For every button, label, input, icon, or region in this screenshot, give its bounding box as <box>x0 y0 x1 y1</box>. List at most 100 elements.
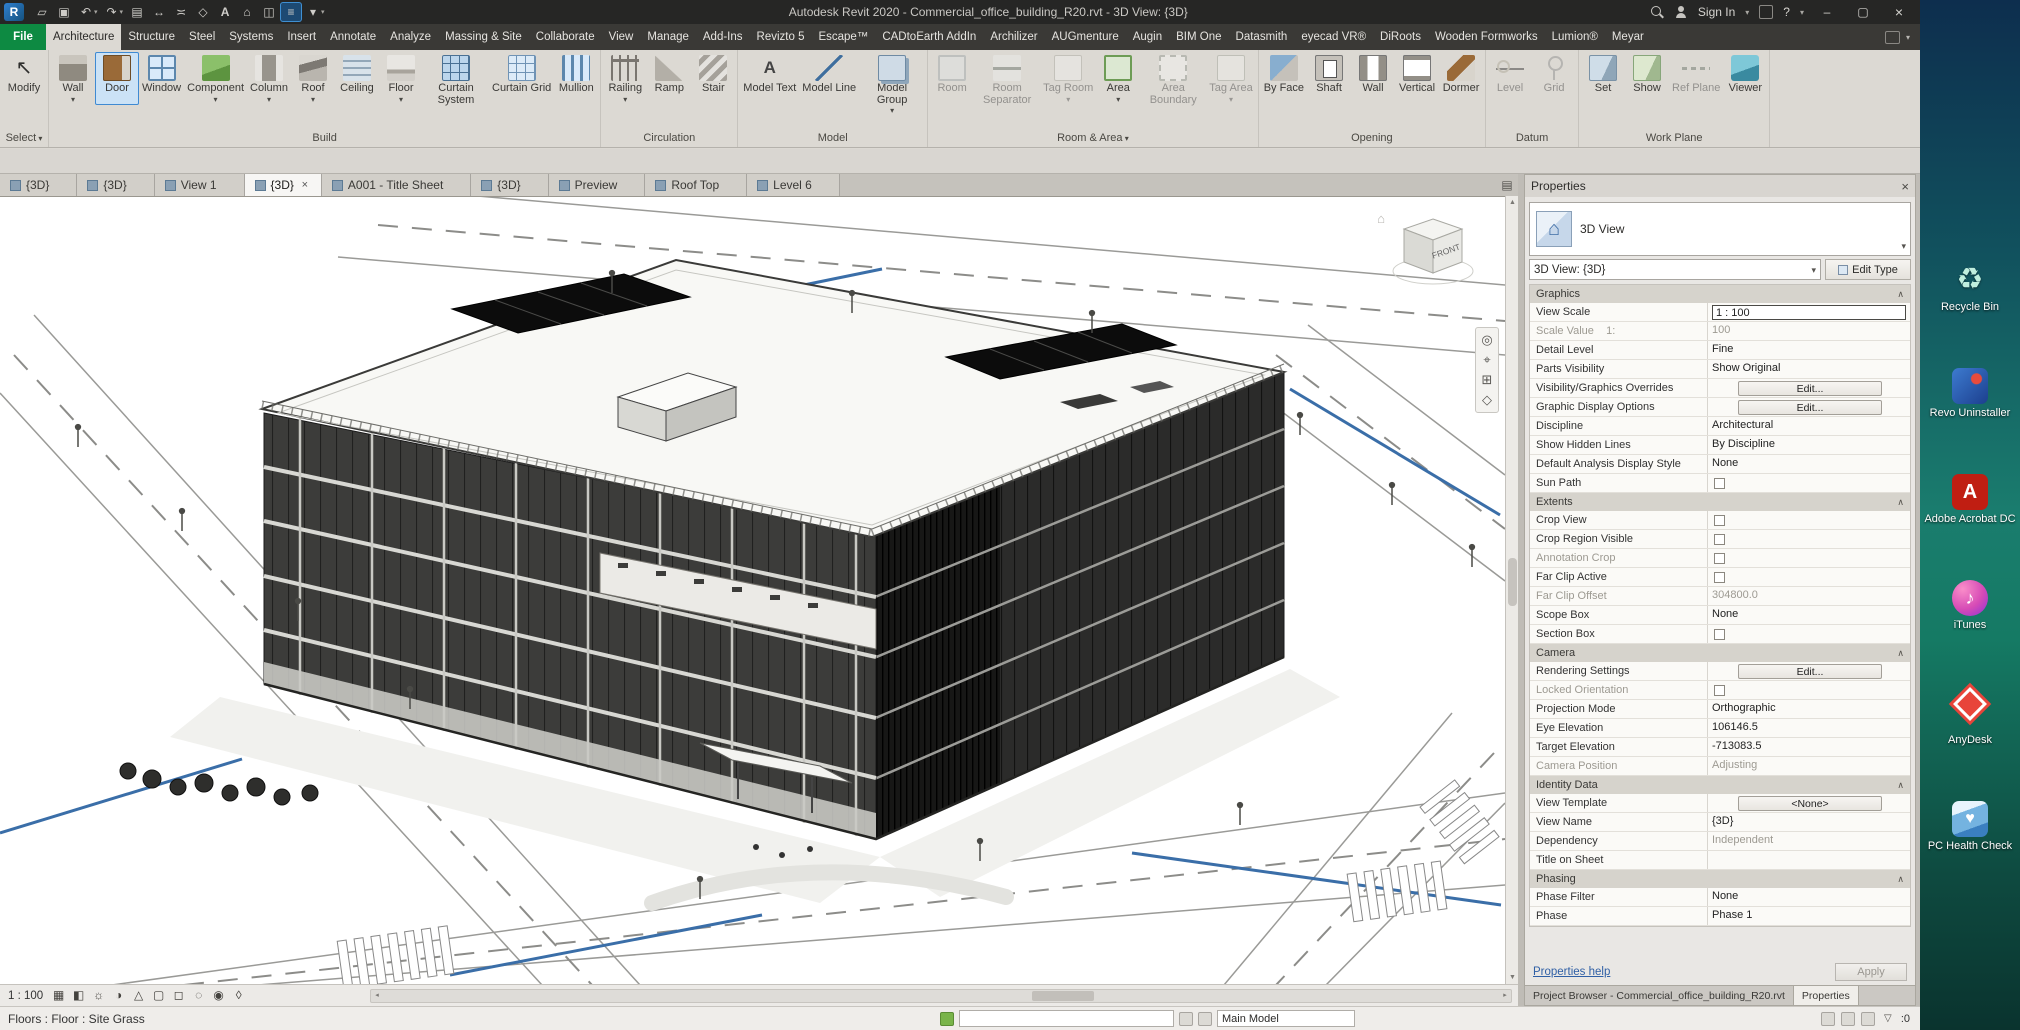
ribbon-button[interactable]: Level <box>1488 52 1532 105</box>
collapse-icon[interactable] <box>1897 779 1904 791</box>
property-value-cell[interactable]: -713083.5 <box>1708 738 1910 756</box>
ribbon-collapse-icon[interactable]: ▾ <box>1906 33 1910 42</box>
view-tab[interactable]: Preview <box>548 174 646 196</box>
viewcube[interactable]: FRONT <box>1387 207 1479 299</box>
ribbon-button[interactable]: Component <box>184 52 247 105</box>
ribbon-tab[interactable]: Augin <box>1126 24 1169 50</box>
view-tab[interactable]: Roof Top <box>645 174 748 196</box>
panel-label-select[interactable]: Select <box>0 130 48 147</box>
scroll-down-icon[interactable]: ▼ <box>1506 971 1519 984</box>
zoom-icon[interactable] <box>1477 370 1497 390</box>
ribbon-tab[interactable]: Escape™ <box>811 24 875 50</box>
section-header-graphics[interactable]: Graphics <box>1530 285 1910 303</box>
tab-views-list-icon[interactable] <box>1496 174 1518 196</box>
ribbon-button[interactable]: By Face <box>1261 52 1307 105</box>
collapse-icon[interactable] <box>1897 288 1904 300</box>
ribbon-tab[interactable]: DiRoots <box>1373 24 1428 50</box>
crop-region-icon[interactable] <box>170 987 187 1004</box>
scroll-left-icon[interactable]: ◂ <box>371 990 383 1002</box>
ribbon-button[interactable]: Show <box>1625 52 1669 105</box>
worksharing-icon[interactable] <box>940 1011 954 1026</box>
visual-style-icon[interactable] <box>70 987 87 1004</box>
scrollbar-thumb[interactable] <box>1032 991 1095 1001</box>
sun-path-icon[interactable] <box>90 987 107 1004</box>
checkbox[interactable] <box>1714 515 1725 526</box>
property-value-cell[interactable]: 1 : 100 <box>1708 303 1910 321</box>
qat-button[interactable] <box>127 3 147 21</box>
ribbon-button[interactable]: Grid <box>1532 52 1576 105</box>
property-value-cell[interactable]: None <box>1708 455 1910 473</box>
tab-properties[interactable]: Properties <box>1793 986 1859 1005</box>
qat-button[interactable] <box>303 3 327 21</box>
ribbon-button[interactable]: Vertical <box>1395 52 1439 105</box>
reveal-hidden-icon[interactable] <box>210 987 227 1004</box>
property-value-cell[interactable]: 106146.5 <box>1708 719 1910 737</box>
design-options-icon[interactable] <box>1198 1011 1212 1026</box>
ribbon-button[interactable]: Roof <box>291 52 335 105</box>
exclude-options-icon[interactable] <box>1820 1011 1835 1026</box>
desktop-icon[interactable]: PC Health Check <box>1922 801 2018 853</box>
ribbon-button[interactable]: Ramp <box>647 52 691 105</box>
ribbon-button[interactable]: Shaft <box>1307 52 1351 105</box>
vertical-scrollbar[interactable]: ▲ ▼ <box>1505 196 1518 984</box>
close-button[interactable] <box>1886 4 1912 20</box>
collapse-icon[interactable] <box>1897 647 1904 659</box>
ribbon-tab[interactable]: CADtoEarth AddIn <box>875 24 983 50</box>
property-value-cell[interactable]: Independent <box>1708 832 1910 850</box>
scroll-right-icon[interactable]: ▸ <box>1499 990 1511 1002</box>
scroll-up-icon[interactable]: ▲ <box>1506 196 1519 209</box>
qat-button[interactable] <box>54 3 74 21</box>
collapse-icon[interactable] <box>1897 496 1904 508</box>
ribbon-button[interactable]: Set <box>1581 52 1625 105</box>
desktop-icon[interactable]: Revo Uninstaller <box>1922 368 2018 420</box>
shadows-icon[interactable] <box>110 987 127 1004</box>
active-workset-select[interactable] <box>959 1010 1174 1027</box>
checkbox[interactable] <box>1714 534 1725 545</box>
desktop-icon[interactable]: AnyDesk <box>1922 686 2018 747</box>
edit-type-button[interactable]: Edit Type <box>1825 259 1911 280</box>
rendering-icon[interactable] <box>130 987 147 1004</box>
ribbon-tab[interactable]: Datasmith <box>1229 24 1295 50</box>
minimize-button[interactable] <box>1814 5 1840 19</box>
close-tab-icon[interactable] <box>299 179 311 191</box>
view-tab[interactable]: A001 - Title Sheet <box>321 174 472 196</box>
section-header-phasing[interactable]: Phasing <box>1530 870 1910 888</box>
property-value-cell[interactable] <box>1708 681 1910 699</box>
checkbox[interactable] <box>1714 629 1725 640</box>
checkbox[interactable] <box>1714 685 1725 696</box>
ribbon-button[interactable]: Modify <box>2 52 46 105</box>
qat-button[interactable] <box>237 3 257 21</box>
ribbon-tab[interactable]: Structure <box>121 24 182 50</box>
ribbon-tab[interactable]: Revizto 5 <box>750 24 812 50</box>
property-value-cell[interactable]: 304800.0 <box>1708 587 1910 605</box>
ribbon-tab[interactable]: Lumion® <box>1545 24 1605 50</box>
qat-button[interactable] <box>102 3 126 21</box>
close-icon[interactable] <box>1901 179 1909 194</box>
ribbon-tab[interactable]: Insert <box>280 24 323 50</box>
ribbon-button[interactable]: Model Line <box>799 52 859 105</box>
ribbon-tab[interactable]: Collaborate <box>529 24 602 50</box>
qat-button[interactable] <box>76 3 100 21</box>
horizontal-scrollbar[interactable]: ◂ ▸ <box>370 989 1512 1003</box>
qat-button[interactable] <box>259 3 279 21</box>
property-value-cell[interactable] <box>1708 511 1910 529</box>
property-value-cell[interactable]: Phase 1 <box>1708 907 1910 925</box>
ribbon-options-icon[interactable] <box>1884 30 1900 44</box>
ribbon-button[interactable]: Floor <box>379 52 423 105</box>
ribbon-button[interactable]: Wall <box>51 52 95 105</box>
crop-view-icon[interactable] <box>150 987 167 1004</box>
view-tab[interactable]: {3D} <box>471 174 549 196</box>
property-value-cell[interactable]: 100 <box>1708 322 1910 340</box>
ribbon-button[interactable]: Wall <box>1351 52 1395 105</box>
press-drag-icon[interactable] <box>1840 1011 1855 1026</box>
app-store-icon[interactable] <box>1759 5 1774 19</box>
property-value-cell[interactable] <box>1708 549 1910 567</box>
ribbon-tab[interactable]: Massing & Site <box>438 24 529 50</box>
temporary-hide-icon[interactable] <box>190 987 207 1004</box>
property-value-cell[interactable] <box>1708 474 1910 492</box>
checkbox[interactable] <box>1714 572 1725 583</box>
qat-button[interactable] <box>149 3 169 21</box>
ribbon-button[interactable]: Model Text <box>740 52 799 105</box>
detail-level-icon[interactable] <box>50 987 67 1004</box>
orbit-icon[interactable] <box>1477 390 1497 410</box>
